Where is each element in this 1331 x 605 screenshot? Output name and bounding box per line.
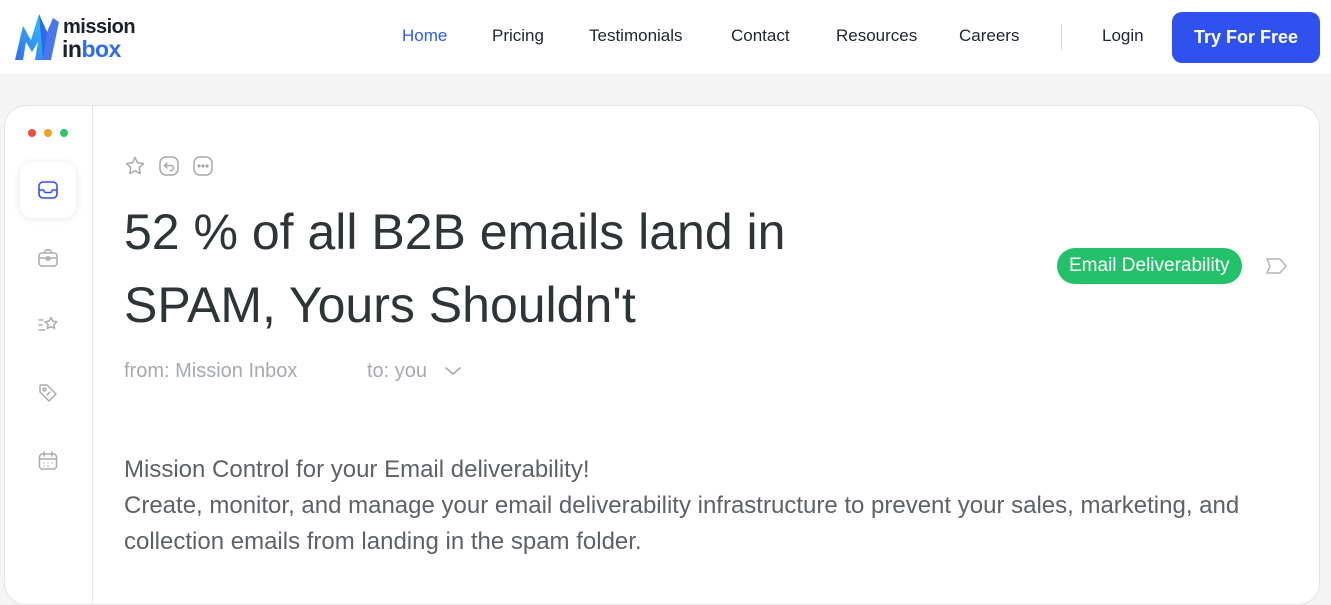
window-dot-yellow [44,129,52,137]
try-for-free-button[interactable]: Try For Free [1172,12,1320,63]
window-dot-green [60,129,68,137]
nav-pricing-link[interactable]: Pricing [492,26,544,46]
email-subject: 52 % of all B2B emails land in SPAM, You… [124,196,984,342]
more-icon[interactable] [191,154,215,178]
starred-list-icon [38,316,58,331]
tag-icon [39,384,57,402]
nav-resources-link[interactable]: Resources [836,26,917,46]
sidebar-work-button[interactable] [20,230,76,286]
sidebar-starred-button[interactable] [20,297,76,353]
email-body-line-2: Create, monitor, and manage your email d… [124,492,1240,555]
nav-home-link[interactable]: Home [402,26,447,46]
sidebar-tags-button[interactable] [20,365,76,421]
email-sidebar [5,106,93,604]
email-to: to: you [367,360,428,382]
briefcase-icon [38,249,58,267]
login-link[interactable]: Login [1102,26,1144,46]
nav-testimonials-link[interactable]: Testimonials [589,26,683,46]
email-deliverability-tag[interactable]: Email Deliverability [1057,248,1242,284]
chevron-down-icon[interactable] [443,364,463,378]
calendar-icon [38,451,58,470]
nav-contact-link[interactable]: Contact [731,26,790,46]
sidebar-calendar-button[interactable] [20,433,76,489]
email-subject-line-2: SPAM, Yours Shouldn't [124,277,636,333]
nav-divider [1061,24,1062,50]
logo-text-box: box [81,36,121,62]
mission-inbox-logo[interactable]: mission inbox [13,11,143,63]
top-navbar: mission inbox Home Pricing Testimonials … [0,0,1331,74]
email-preview-card: 52 % of all B2B emails land in SPAM, You… [4,105,1320,605]
email-subject-line-1: 52 % of all B2B emails land in [124,204,786,260]
window-dot-red [28,129,36,137]
star-icon[interactable] [123,154,147,178]
sidebar-inbox-button[interactable] [20,162,76,218]
logo-text-in: in [62,36,82,62]
logo-mark-icon [15,14,59,60]
email-body: Mission Control for your Email deliverab… [124,452,1244,560]
reply-icon[interactable] [157,154,181,178]
email-from: from: Mission Inbox [124,360,298,382]
label-outline-icon[interactable] [1264,254,1290,278]
email-body-line-1: Mission Control for your Email deliverab… [124,456,590,483]
logo-text-inbox: inbox [62,36,121,63]
nav-careers-link[interactable]: Careers [959,26,1019,46]
inbox-icon [38,181,58,199]
